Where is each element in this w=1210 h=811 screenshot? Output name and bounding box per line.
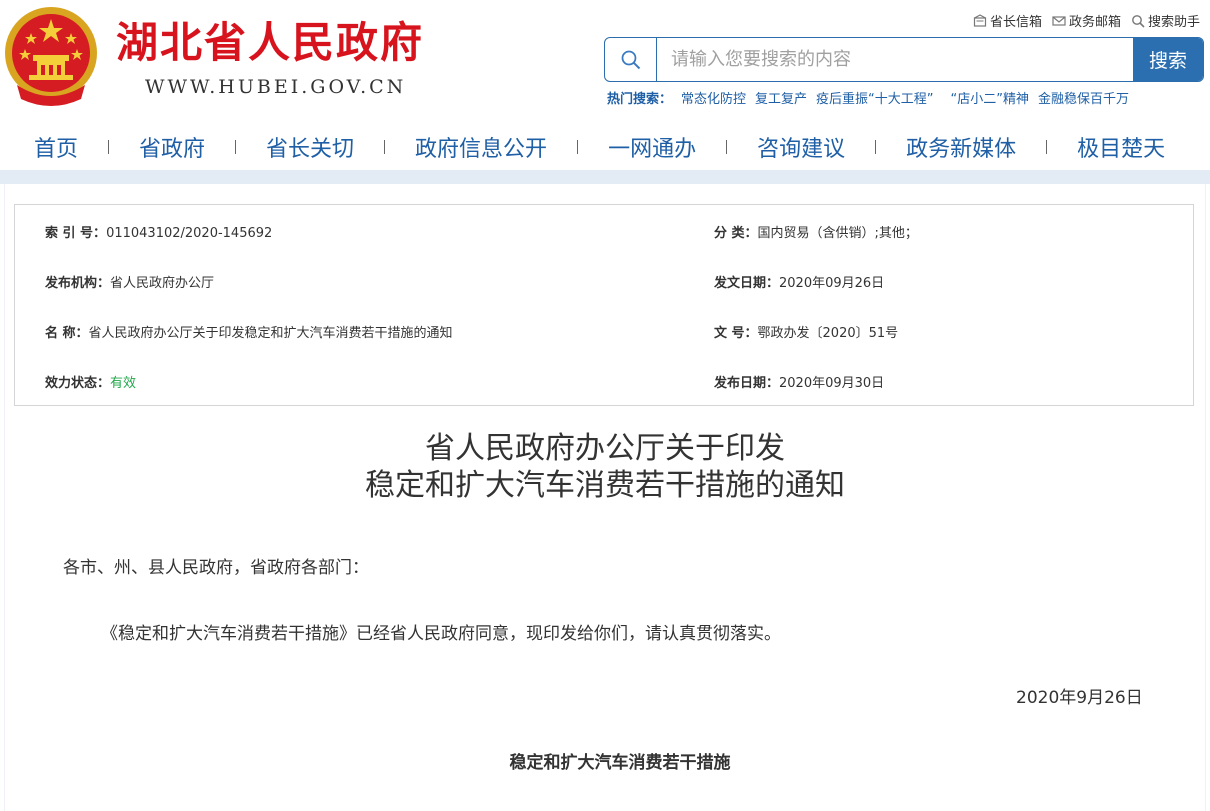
doc-number-value: 鄂政办发〔2020〕51号 bbox=[757, 326, 899, 341]
search-icon bbox=[621, 50, 640, 69]
doc-date-value: 2020年09月26日 bbox=[779, 276, 885, 291]
search-input[interactable] bbox=[657, 38, 1133, 81]
publish-date-label: 发布日期： bbox=[714, 376, 780, 391]
document-title: 省人民政府办公厅关于印发 稳定和扩大汽车消费若干措施的通知 bbox=[0, 430, 1210, 504]
nav-separator bbox=[875, 140, 877, 154]
meta-row: 发布机构：省人民政府办公厅 发文日期：2020年09月26日 bbox=[15, 272, 1193, 292]
index-number-value: 011043102/2020-145692 bbox=[106, 226, 273, 241]
doc-name-label: 名 称： bbox=[45, 326, 89, 341]
mailbox-icon bbox=[973, 13, 987, 27]
meta-row: 名 称：省人民政府办公厅关于印发稳定和扩大汽车消费若干措施的通知 文 号：鄂政办… bbox=[15, 322, 1193, 342]
category-value: 国内贸易（含供销）;其他； bbox=[757, 226, 918, 241]
status-badge: 有效 bbox=[110, 376, 137, 391]
document-title-line-2: 稳定和扩大汽车消费若干措施的通知 bbox=[365, 468, 845, 503]
body-paragraph: 《稳定和扩大汽车消费若干措施》已经省人民政府同意，现印发给你们，请认真贯彻落实。 bbox=[101, 624, 781, 644]
envelope-icon bbox=[1052, 15, 1066, 26]
main-nav: 首页 省政府 省长关切 政府信息公开 一网通办 咨询建议 政务新媒体 极目楚天 bbox=[0, 124, 1210, 170]
nav-item-consultation[interactable]: 咨询建议 bbox=[757, 131, 845, 163]
nav-item-one-stop-service[interactable]: 一网通办 bbox=[608, 131, 696, 163]
hot-search: 热门搜索： 常态化防控 复工复产 疫后重振“十大工程” “店小二”精神 金融稳保… bbox=[607, 88, 1129, 107]
hot-search-label: 热门搜索： bbox=[607, 92, 673, 107]
site-header: 湖北省人民政府 WWW.HUBEI.GOV.CN 省长信箱 政务邮箱 搜索助手 … bbox=[0, 0, 1210, 124]
gov-email-label: 政务邮箱 bbox=[1068, 15, 1121, 30]
meta-row: 效力状态：有效 发布日期：2020年09月30日 bbox=[15, 372, 1193, 392]
national-emblem-icon bbox=[5, 7, 97, 106]
document-title-line-1: 省人民政府办公厅关于印发 bbox=[425, 431, 785, 466]
nav-separator bbox=[1046, 140, 1048, 154]
signature-date: 2020年9月26日 bbox=[1016, 688, 1143, 708]
doc-date-label: 发文日期： bbox=[714, 276, 780, 291]
search-bar: 搜索 bbox=[604, 37, 1204, 82]
nav-item-governor-concerns[interactable]: 省长关切 bbox=[266, 131, 354, 163]
search-button[interactable]: 搜索 bbox=[1133, 38, 1203, 81]
issuer-label: 发布机构： bbox=[45, 276, 111, 291]
measures-subtitle: 稳定和扩大汽车消费若干措施 bbox=[509, 753, 731, 773]
meta-row: 索 引 号：011043102/2020-145692 分 类：国内贸易（含供销… bbox=[15, 222, 1193, 242]
top-links: 省长信箱 政务邮箱 搜索助手 bbox=[973, 11, 1200, 30]
doc-number-label: 文 号： bbox=[714, 326, 758, 341]
nav-separator bbox=[726, 140, 728, 154]
search-icon bbox=[1132, 14, 1145, 28]
search-assistant-label: 搜索助手 bbox=[1147, 15, 1200, 30]
nav-divider-band bbox=[0, 170, 1210, 184]
doc-name-value: 省人民政府办公厅关于印发稳定和扩大汽车消费若干措施的通知 bbox=[88, 326, 453, 341]
nav-item-home[interactable]: 首页 bbox=[34, 131, 78, 163]
salutation: 各市、州、县人民政府，省政府各部门： bbox=[63, 558, 369, 578]
nav-separator bbox=[235, 140, 237, 154]
status-label: 效力状态： bbox=[45, 376, 111, 391]
governor-mailbox-link[interactable]: 省长信箱 bbox=[973, 11, 1042, 30]
site-name[interactable]: 湖北省人民政府 bbox=[116, 18, 424, 68]
category-label: 分 类： bbox=[714, 226, 758, 241]
nav-item-info-disclosure[interactable]: 政府信息公开 bbox=[415, 131, 547, 163]
issuer-value: 省人民政府办公厅 bbox=[110, 276, 215, 291]
hot-search-item[interactable]: 疫后重振“十大工程” bbox=[816, 88, 933, 107]
nav-separator bbox=[108, 140, 110, 154]
search-assistant-link[interactable]: 搜索助手 bbox=[1131, 11, 1200, 30]
nav-item-jimu-chutian[interactable]: 极目楚天 bbox=[1077, 131, 1165, 163]
hot-search-item[interactable]: 复工复产 bbox=[755, 88, 807, 107]
hot-search-item[interactable]: “店小二”精神 bbox=[951, 88, 1029, 107]
publish-date-value: 2020年09月30日 bbox=[779, 376, 885, 391]
hot-search-item[interactable]: 金融稳保百千万 bbox=[1038, 88, 1129, 107]
nav-separator bbox=[384, 140, 386, 154]
hot-search-item[interactable]: 常态化防控 bbox=[681, 88, 746, 107]
site-url: WWW.HUBEI.GOV.CN bbox=[145, 76, 407, 98]
search-icon-box[interactable] bbox=[605, 38, 657, 81]
governor-mailbox-label: 省长信箱 bbox=[989, 15, 1042, 30]
nav-item-new-media[interactable]: 政务新媒体 bbox=[906, 131, 1016, 163]
nav-separator bbox=[577, 140, 579, 154]
nav-item-provincial-government[interactable]: 省政府 bbox=[139, 131, 205, 163]
index-number-label: 索 引 号： bbox=[45, 226, 107, 241]
gov-email-link[interactable]: 政务邮箱 bbox=[1052, 11, 1121, 30]
document-metadata-table: 索 引 号：011043102/2020-145692 分 类：国内贸易（含供销… bbox=[14, 204, 1194, 406]
